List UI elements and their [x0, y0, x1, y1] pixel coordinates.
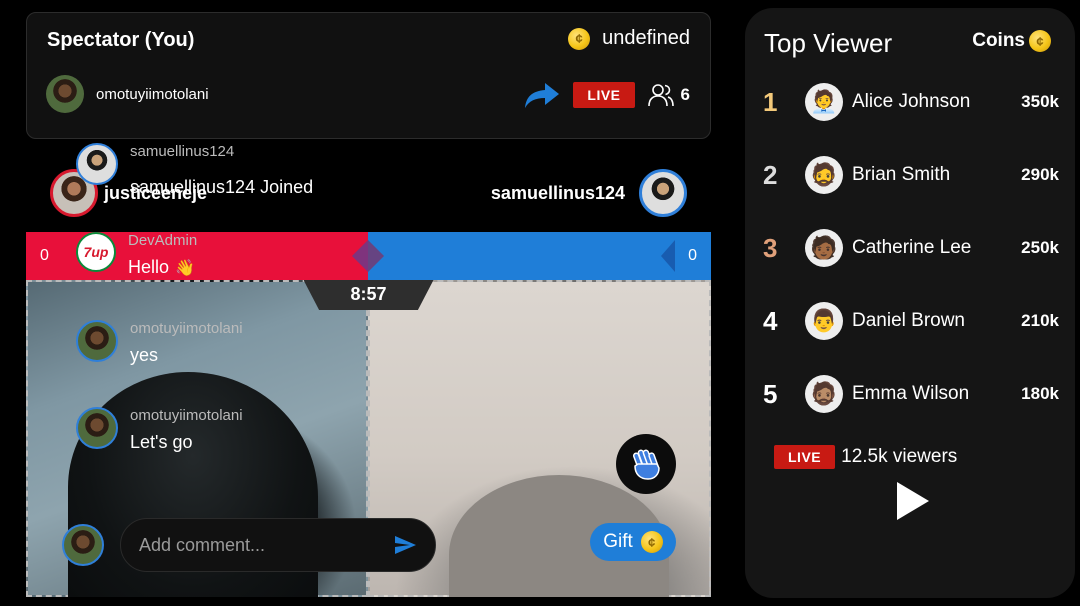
- coins-column-header: Coins ¢: [972, 30, 1051, 52]
- top-viewer-panel: Top Viewer Coins ¢ 1 🧑‍💼 Alice Johnson 3…: [745, 8, 1075, 598]
- battle-timer: 8:57: [303, 280, 434, 310]
- coin-icon: ¢: [568, 27, 591, 50]
- devadmin-avatar[interactable]: 7up: [76, 232, 116, 272]
- chat-text: yes: [130, 345, 159, 365]
- chat-message: omotuyiimotolani yes: [76, 320, 243, 366]
- comment-bar: [62, 518, 436, 572]
- right-team-score-bar: 0: [368, 232, 711, 280]
- chat-avatar[interactable]: [76, 407, 118, 449]
- waving-hand-icon: 👋: [175, 259, 195, 277]
- leaderboard-row[interactable]: 2 🧔 Brian Smith 290k: [763, 155, 1059, 195]
- chat-username: omotuyiimotolani: [130, 320, 243, 337]
- leaderboard-avatar[interactable]: 🧔🏽: [805, 375, 843, 413]
- right-streamer[interactable]: samuellinus124: [491, 169, 687, 217]
- coins-balance: ¢ undefined: [568, 27, 690, 50]
- leaderboard-name: Emma Wilson: [852, 383, 970, 404]
- leaderboard-rank: 5: [763, 378, 778, 409]
- leaderboard-row[interactable]: 3 🧑🏾 Catherine Lee 250k: [763, 228, 1059, 268]
- coins-value: undefined: [602, 27, 690, 49]
- leaderboard-coins: 180k: [1021, 384, 1059, 403]
- live-viewer-count: 12.5k viewers: [841, 446, 958, 467]
- leaderboard-rank: 2: [763, 159, 778, 190]
- live-stream-preview[interactable]: LIVE 12.5k viewers: [774, 445, 957, 469]
- leaderboard-avatar[interactable]: 🧔: [805, 156, 843, 194]
- leaderboard-rank: 4: [763, 305, 778, 336]
- right-streamer-name: samuellinus124: [490, 182, 625, 203]
- right-team-score: 0: [688, 247, 697, 264]
- leaderboard-rank: 1: [763, 86, 778, 117]
- stream-header-card: Spectator (You) ¢ undefined omotuyiimoto…: [26, 12, 711, 139]
- leaderboard-name: Brian Smith: [852, 164, 951, 185]
- leaderboard-name: Daniel Brown: [852, 310, 965, 331]
- chat-avatar[interactable]: [76, 143, 118, 185]
- leaderboard-coins: 210k: [1021, 311, 1059, 330]
- users-icon: [647, 84, 674, 107]
- right-streamer-avatar[interactable]: [639, 169, 687, 217]
- leaderboard-avatar[interactable]: 👨: [805, 302, 843, 340]
- chat-text: Let's go: [130, 432, 193, 452]
- score-divider-right: [368, 240, 384, 272]
- host-avatar[interactable]: [46, 75, 84, 113]
- my-avatar[interactable]: [62, 524, 104, 566]
- coins-header-label: Coins: [972, 30, 1025, 51]
- live-badge: LIVE: [573, 82, 635, 108]
- leaderboard-coins: 350k: [1021, 92, 1059, 111]
- chat-text: Hello 👋: [128, 257, 197, 278]
- leaderboard-avatar[interactable]: 🧑‍💼: [805, 83, 843, 121]
- leaderboard-coins: 250k: [1021, 238, 1059, 257]
- comment-input-wrapper[interactable]: [120, 518, 436, 572]
- score-notch-right: [661, 240, 675, 272]
- spectator-title: Spectator (You): [47, 29, 195, 51]
- leaderboard-name: Catherine Lee: [852, 237, 972, 258]
- coin-icon: ¢: [640, 531, 663, 553]
- gift-button[interactable]: Gift ¢: [590, 523, 676, 561]
- viewer-count-value: 6: [680, 85, 690, 104]
- coin-icon: ¢: [1029, 30, 1051, 52]
- chat-avatar[interactable]: [76, 320, 118, 362]
- leaderboard-rank: 3: [763, 232, 778, 263]
- chat-message: omotuyiimotolani Let's go: [76, 407, 243, 453]
- score-divider-left: [352, 240, 368, 272]
- chat-message: 7up DevAdmin Hello 👋: [76, 232, 197, 278]
- chat-message: samuellinus124: [76, 143, 234, 185]
- leaderboard-name: Alice Johnson: [852, 91, 971, 112]
- chat-username: omotuyiimotolani: [130, 407, 243, 424]
- host-profile[interactable]: omotuyiimotolani: [46, 75, 209, 113]
- send-icon[interactable]: [393, 533, 417, 557]
- share-icon[interactable]: [523, 81, 561, 109]
- leaderboard-coins: 290k: [1021, 165, 1059, 184]
- clap-button[interactable]: [616, 434, 676, 494]
- play-icon[interactable]: [897, 482, 929, 520]
- leaderboard-row[interactable]: 5 🧔🏽 Emma Wilson 180k: [763, 374, 1059, 414]
- comment-input[interactable]: [139, 534, 379, 556]
- gift-label: Gift: [603, 531, 633, 552]
- chat-username: samuellinus124: [130, 143, 235, 160]
- top-viewer-title: Top Viewer: [764, 28, 893, 58]
- viewer-count: 6: [647, 82, 690, 108]
- host-username: omotuyiimotolani: [96, 85, 209, 103]
- left-team-score: 0: [40, 247, 49, 264]
- stream-status-group: LIVE 6: [523, 81, 690, 109]
- live-badge: LIVE: [774, 445, 836, 469]
- leaderboard-row[interactable]: 1 🧑‍💼 Alice Johnson 350k: [763, 82, 1059, 122]
- leaderboard-avatar[interactable]: 🧑🏾: [805, 229, 843, 267]
- chat-text-body: Hello: [128, 257, 170, 277]
- chat-username: DevAdmin: [128, 232, 198, 249]
- leaderboard-row[interactable]: 4 👨 Daniel Brown 210k: [763, 301, 1059, 341]
- clap-icon: [632, 449, 660, 480]
